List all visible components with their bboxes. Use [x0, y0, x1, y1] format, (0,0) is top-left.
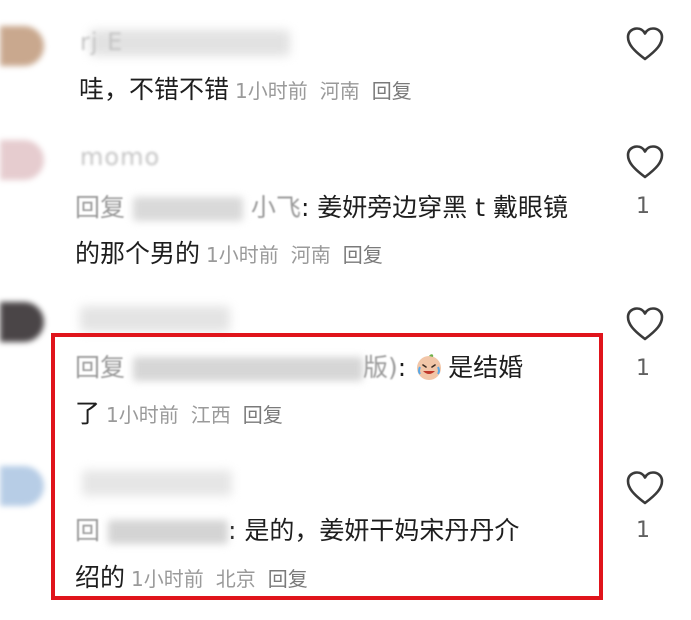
- comment-body-line2: 的那个男的 1小时前 河南 回复: [75, 238, 395, 271]
- avatar[interactable]: [0, 302, 44, 342]
- username[interactable]: momo: [80, 143, 160, 171]
- comment-location: 河南: [290, 243, 331, 267]
- reply-target-blurred: [132, 197, 243, 221]
- heart-outline-icon[interactable]: [625, 306, 665, 342]
- comment-time: 1小时前: [235, 79, 308, 103]
- username[interactable]: rj E: [80, 28, 123, 56]
- like-count: 1: [636, 518, 650, 543]
- reply-prefix: 回复: [75, 193, 126, 222]
- comment-location: 河南: [319, 79, 360, 103]
- comment-time: 1小时前: [206, 243, 279, 267]
- comment-text: 哇，不错不错: [79, 75, 230, 104]
- heart-outline-icon[interactable]: [625, 470, 665, 506]
- heart-outline-icon[interactable]: [625, 26, 665, 62]
- like-count: 1: [636, 194, 650, 219]
- comment-body: 哇，不错不错 1小时前 河南 回复: [79, 74, 424, 107]
- reply-button[interactable]: 回复: [372, 79, 412, 103]
- comment-text: : 姜妍旁边穿黑 t 戴眼镜: [300, 193, 569, 222]
- highlight-frame: [51, 333, 603, 600]
- comment-body: 回复 小飞: 姜妍旁边穿黑 t 戴眼镜: [75, 192, 568, 224]
- username-blurred: [80, 306, 230, 332]
- reply-target[interactable]: 小飞: [251, 193, 301, 222]
- like-count: 1: [636, 356, 650, 381]
- reply-button[interactable]: 回复: [343, 243, 383, 267]
- comment-meta: 1小时前 河南 回复: [235, 79, 424, 103]
- heart-outline-icon[interactable]: [625, 144, 665, 180]
- comment-meta: 1小时前 河南 回复: [206, 243, 395, 267]
- avatar[interactable]: [0, 466, 44, 506]
- avatar[interactable]: [0, 26, 44, 66]
- comment-text: 的那个男的: [75, 239, 201, 268]
- avatar[interactable]: [0, 140, 44, 180]
